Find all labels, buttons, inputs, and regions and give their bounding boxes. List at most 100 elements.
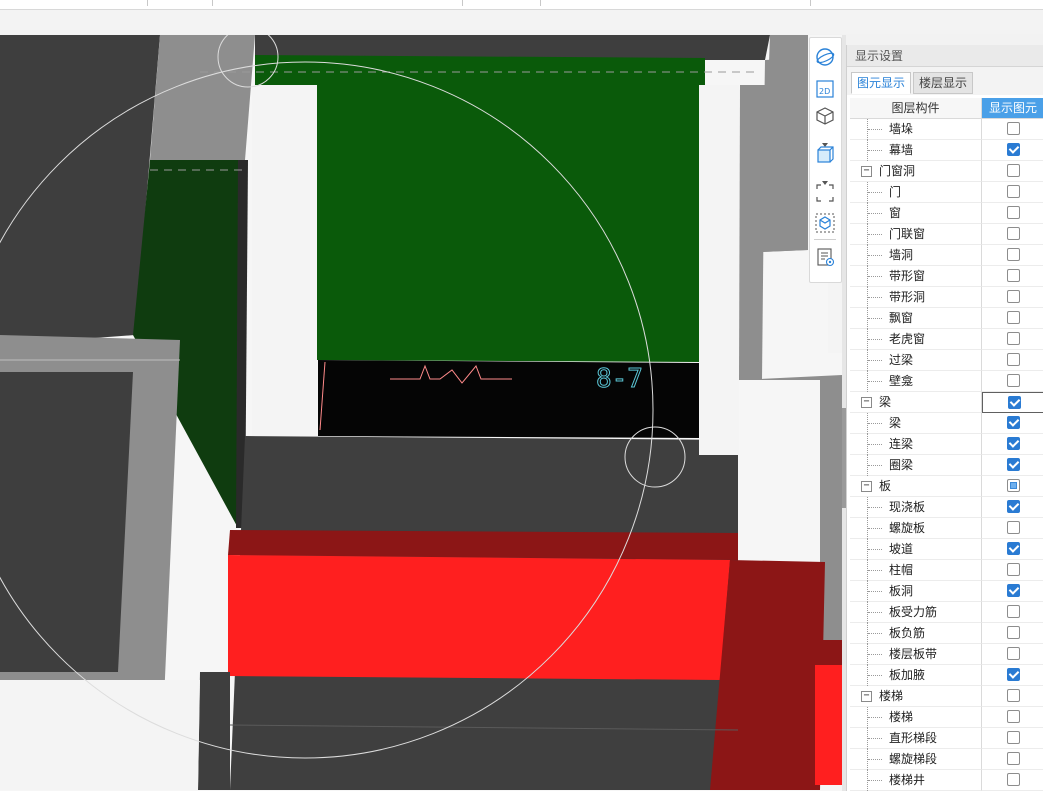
- tree-group-row[interactable]: − 楼梯: [850, 686, 1043, 707]
- show-element-checkbox[interactable]: [1007, 731, 1020, 744]
- tree-item-row[interactable]: 楼层板带: [850, 644, 1043, 665]
- row-name-cell: 门: [850, 182, 982, 203]
- tree-line: [868, 213, 882, 214]
- tree-item-row[interactable]: 带形窗: [850, 266, 1043, 287]
- show-element-checkbox[interactable]: [1007, 269, 1020, 282]
- tree-item-row[interactable]: 板洞: [850, 581, 1043, 602]
- tree-item-row[interactable]: 梁: [850, 413, 1043, 434]
- show-element-checkbox[interactable]: [1007, 563, 1020, 576]
- show-element-checkbox[interactable]: [1007, 521, 1020, 534]
- show-element-checkbox[interactable]: [1007, 668, 1020, 681]
- tree-item-row[interactable]: 螺旋板: [850, 518, 1043, 539]
- show-element-checkbox[interactable]: [1007, 689, 1020, 702]
- tree-item-row[interactable]: 板加腋: [850, 665, 1043, 686]
- tree-group-row[interactable]: − 门窗洞: [850, 161, 1043, 182]
- show-element-checkbox[interactable]: [1007, 416, 1020, 429]
- show-element-checkbox[interactable]: [1007, 437, 1020, 450]
- show-element-checkbox[interactable]: [1007, 311, 1020, 324]
- show-element-checkbox[interactable]: [1007, 647, 1020, 660]
- tree-item-row[interactable]: 楼梯井: [850, 770, 1043, 791]
- view-2d-icon[interactable]: 2D: [814, 78, 836, 100]
- show-element-checkbox[interactable]: [1007, 374, 1020, 387]
- tree-item-row[interactable]: 柱帽: [850, 560, 1043, 581]
- 3d-viewport[interactable]: 8-7: [0, 35, 842, 791]
- show-element-checkbox[interactable]: [1007, 773, 1020, 786]
- show-element-checkbox[interactable]: [1007, 584, 1020, 597]
- show-element-checkbox[interactable]: [1007, 752, 1020, 765]
- show-element-checkbox[interactable]: [1007, 206, 1020, 219]
- show-element-checkbox[interactable]: [1007, 479, 1020, 492]
- tree-line: [868, 360, 882, 361]
- show-element-checkbox[interactable]: [1007, 710, 1020, 723]
- show-element-checkbox[interactable]: [1007, 542, 1020, 555]
- row-label: 飘窗: [889, 311, 914, 325]
- collapse-icon[interactable]: −: [861, 481, 872, 492]
- tree-item-row[interactable]: 坡道: [850, 539, 1043, 560]
- row-check-cell: [982, 665, 1043, 686]
- tree-item-row[interactable]: 连梁: [850, 434, 1043, 455]
- tree-item-row[interactable]: 飘窗: [850, 308, 1043, 329]
- grid-header: 图层构件 显示图元: [850, 98, 1043, 119]
- local-3d-icon[interactable]: [814, 212, 836, 234]
- collapse-icon[interactable]: −: [861, 691, 872, 702]
- orbit-icon[interactable]: [814, 46, 836, 68]
- tree-item-row[interactable]: 门联窗: [850, 224, 1043, 245]
- view-3d-icon[interactable]: [814, 105, 836, 127]
- row-check-cell: [982, 350, 1043, 371]
- tree-line: [868, 654, 882, 655]
- tree-item-row[interactable]: 墙洞: [850, 245, 1043, 266]
- header-show-element[interactable]: 显示图元: [982, 98, 1043, 118]
- tree-item-row[interactable]: 过梁: [850, 350, 1043, 371]
- show-element-checkbox[interactable]: [1007, 332, 1020, 345]
- show-element-checkbox[interactable]: [1007, 164, 1020, 177]
- tree-group-row[interactable]: − 板: [850, 476, 1043, 497]
- row-label: 板加腋: [889, 668, 926, 682]
- show-element-checkbox[interactable]: [1007, 605, 1020, 618]
- display-settings-icon[interactable]: [814, 246, 836, 268]
- tree-item-row[interactable]: 圈梁: [850, 455, 1043, 476]
- row-check-cell: [982, 602, 1043, 623]
- tree-item-row[interactable]: 门: [850, 182, 1043, 203]
- show-element-checkbox[interactable]: [1007, 227, 1020, 240]
- show-element-checkbox[interactable]: [1007, 353, 1020, 366]
- collapse-icon[interactable]: −: [861, 166, 872, 177]
- tree-item-row[interactable]: 直形梯段: [850, 728, 1043, 749]
- row-label: 窗: [889, 206, 902, 220]
- tree-line: [868, 633, 882, 634]
- tab-element-display[interactable]: 图元显示: [851, 72, 911, 94]
- show-element-checkbox[interactable]: [1007, 122, 1020, 135]
- row-label: 现浇板: [889, 500, 926, 514]
- view-toolbar: 2D: [809, 37, 842, 283]
- row-check-cell: [982, 392, 1043, 413]
- tree-item-row[interactable]: 现浇板: [850, 497, 1043, 518]
- tree-item-row[interactable]: 壁龛: [850, 371, 1043, 392]
- tree-item-row[interactable]: 板负筋: [850, 623, 1043, 644]
- tree-item-row[interactable]: 幕墙: [850, 140, 1043, 161]
- row-label: 螺旋梯段: [889, 752, 938, 766]
- tab-floor-display[interactable]: 楼层显示: [913, 72, 973, 94]
- tree-item-row[interactable]: 墙垛: [850, 119, 1043, 140]
- row-label: 梁: [879, 395, 892, 409]
- tree-item-row[interactable]: 楼梯: [850, 707, 1043, 728]
- tree-item-row[interactable]: 板受力筋: [850, 602, 1043, 623]
- tree-group-row[interactable]: − 梁: [850, 392, 1043, 413]
- tree-item-row[interactable]: 窗: [850, 203, 1043, 224]
- show-element-checkbox[interactable]: [1007, 143, 1020, 156]
- chevron-down-icon[interactable]: [821, 171, 829, 185]
- row-label: 墙洞: [889, 248, 914, 262]
- zoom-extents-icon[interactable]: [814, 182, 836, 204]
- tree-item-row[interactable]: 老虎窗: [850, 329, 1043, 350]
- show-element-checkbox[interactable]: [1008, 396, 1021, 409]
- chevron-down-icon[interactable]: [821, 133, 829, 147]
- show-element-checkbox[interactable]: [1007, 185, 1020, 198]
- collapse-icon[interactable]: −: [861, 397, 872, 408]
- show-element-checkbox[interactable]: [1007, 458, 1020, 471]
- tree-item-row[interactable]: 带形洞: [850, 287, 1043, 308]
- row-label: 门联窗: [889, 227, 926, 241]
- show-element-checkbox[interactable]: [1007, 248, 1020, 261]
- show-element-checkbox[interactable]: [1007, 500, 1020, 513]
- display-mode-icon[interactable]: [814, 144, 836, 166]
- tree-item-row[interactable]: 螺旋梯段: [850, 749, 1043, 770]
- show-element-checkbox[interactable]: [1007, 626, 1020, 639]
- show-element-checkbox[interactable]: [1007, 290, 1020, 303]
